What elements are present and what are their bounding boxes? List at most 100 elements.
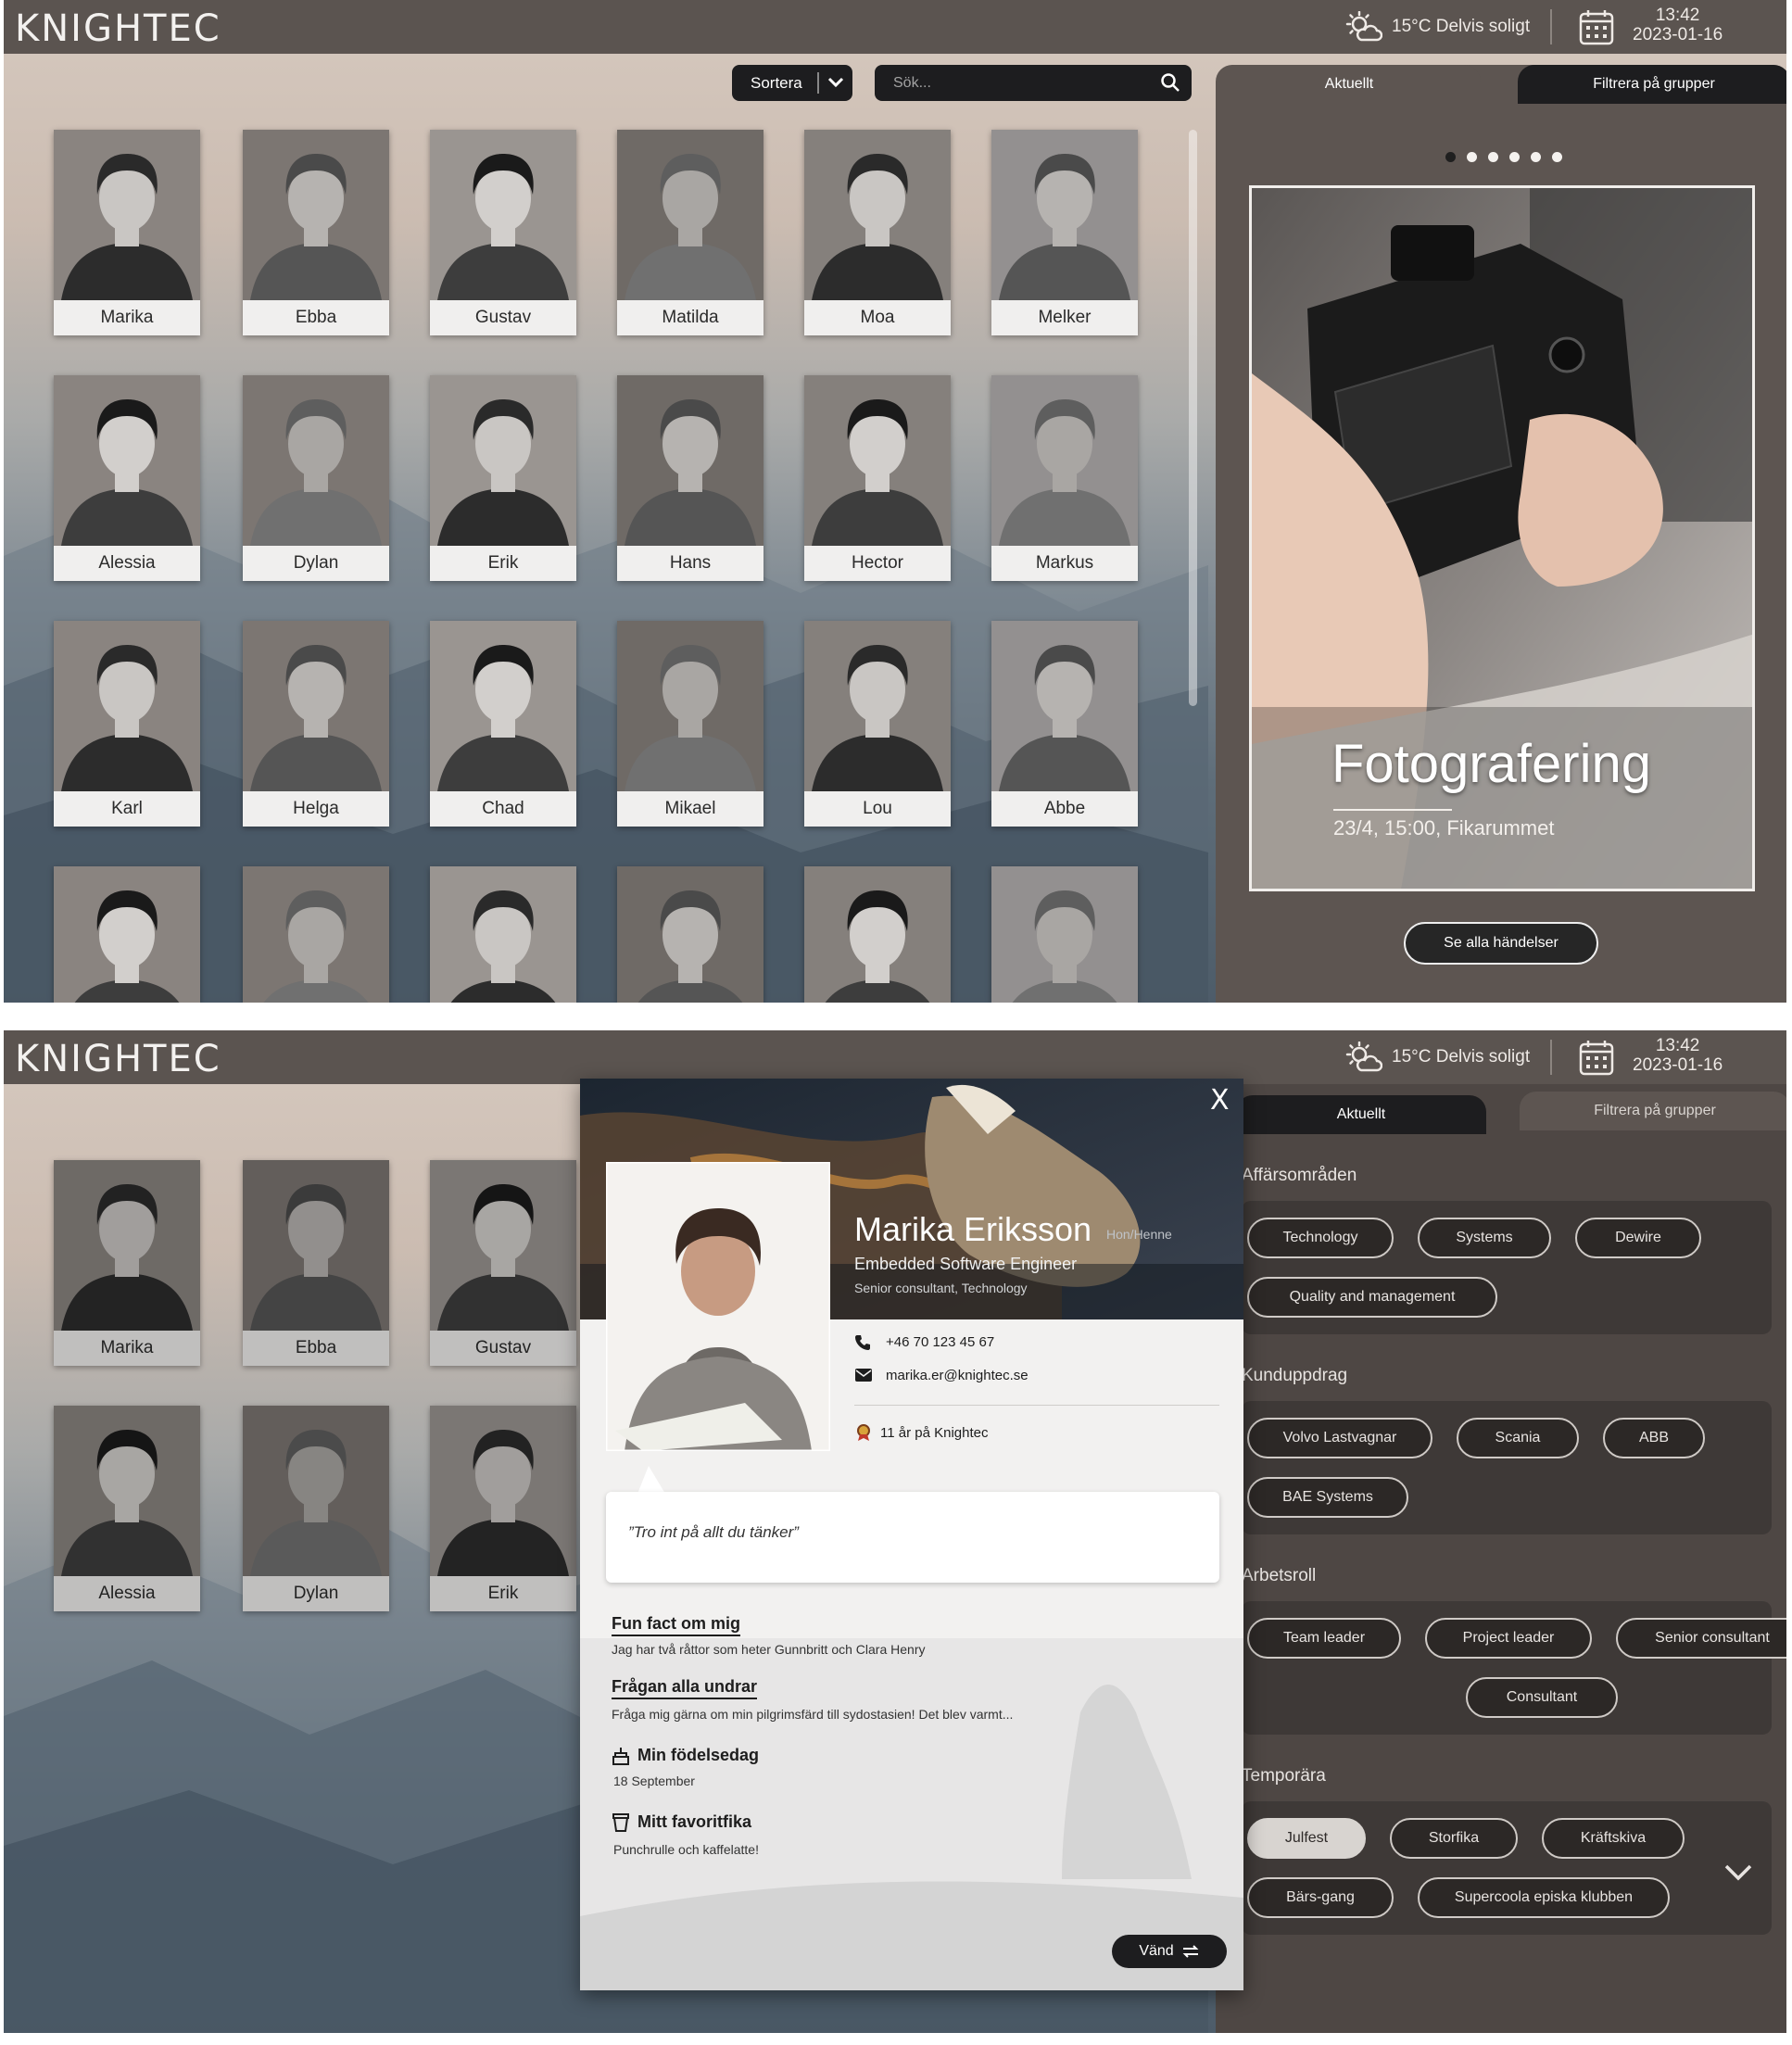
filter-section-title: Temporära xyxy=(1242,1766,1326,1786)
award-icon xyxy=(857,1424,870,1441)
grid-scrollbar[interactable] xyxy=(1189,130,1197,706)
person-name: Markus xyxy=(1035,553,1094,573)
email-icon xyxy=(855,1369,872,1382)
filter-chip[interactable]: Supercoola episka klubben xyxy=(1418,1877,1670,1918)
person-card[interactable]: Hector xyxy=(804,375,951,581)
person-card[interactable]: Marika xyxy=(54,130,200,335)
person-photo xyxy=(243,375,389,546)
person-name: Ebba xyxy=(295,308,337,327)
person-card[interactable] xyxy=(243,866,389,1003)
person-card[interactable]: Gustav xyxy=(430,1160,576,1366)
carousel-dot[interactable] xyxy=(1467,152,1477,162)
tab-current[interactable]: Aktuellt xyxy=(1218,65,1481,104)
person-card[interactable]: Karl xyxy=(54,621,200,827)
person-card[interactable]: Ebba xyxy=(243,1160,389,1366)
person-card[interactable]: Erik xyxy=(430,1406,576,1611)
carousel-dot[interactable] xyxy=(1552,152,1562,162)
person-card[interactable] xyxy=(54,866,200,1003)
clock-date: 2023-01-16 xyxy=(1633,25,1723,44)
close-icon[interactable]: X xyxy=(1210,1084,1230,1117)
filter-chip[interactable]: Project leader xyxy=(1425,1618,1592,1659)
filter-chip[interactable]: Bärs-gang xyxy=(1247,1877,1394,1918)
profile-phone[interactable]: +46 70 123 45 67 xyxy=(886,1334,994,1350)
filter-chip[interactable]: Scania xyxy=(1457,1418,1579,1458)
person-card[interactable]: Melker xyxy=(991,130,1138,335)
filter-chip[interactable]: Consultant xyxy=(1466,1677,1618,1718)
person-photo xyxy=(617,621,763,791)
filter-chip[interactable]: Volvo Lastvagnar xyxy=(1247,1418,1432,1458)
person-photo xyxy=(243,130,389,300)
person-card[interactable]: Alessia xyxy=(54,1406,200,1611)
person-photo xyxy=(991,866,1138,1003)
carousel-dot[interactable] xyxy=(1531,152,1541,162)
filter-chip[interactable]: BAE Systems xyxy=(1247,1477,1408,1518)
person-card[interactable]: Hans xyxy=(617,375,763,581)
calendar-icon xyxy=(1579,10,1614,45)
person-photo xyxy=(430,1160,576,1331)
person-name: Karl xyxy=(111,799,143,818)
person-card[interactable]: Abbe xyxy=(991,621,1138,827)
person-name: Gustav xyxy=(474,1338,532,1357)
person-card[interactable] xyxy=(617,866,763,1003)
person-card[interactable]: Matilda xyxy=(617,130,763,335)
tab-filter-groups[interactable]: Filtrera på grupper xyxy=(1518,65,1786,104)
person-card[interactable]: Ebba xyxy=(243,130,389,335)
carousel-dot[interactable] xyxy=(1445,152,1456,162)
person-name: Marika xyxy=(100,1338,154,1357)
filter-chip[interactable]: Systems xyxy=(1418,1218,1551,1258)
person-card[interactable]: Dylan xyxy=(243,375,389,581)
carousel-dot[interactable] xyxy=(1509,152,1520,162)
person-card[interactable]: Dylan xyxy=(243,1406,389,1611)
person-card[interactable]: Chad xyxy=(430,621,576,827)
person-name: Abbe xyxy=(1043,799,1086,818)
coffee-cup-icon xyxy=(612,1813,629,1832)
filter-chip[interactable]: ABB xyxy=(1603,1418,1705,1458)
person-card[interactable]: Mikael xyxy=(617,621,763,827)
contact-divider xyxy=(854,1405,1219,1406)
profile-name: Marika Eriksson xyxy=(854,1210,1092,1248)
filter-chip[interactable]: Team leader xyxy=(1247,1618,1401,1659)
person-photo xyxy=(430,1406,576,1576)
person-card[interactable]: Alessia xyxy=(54,375,200,581)
carousel-dots[interactable] xyxy=(1445,152,1562,162)
chevron-down-icon[interactable] xyxy=(1723,1862,1753,1883)
tab-filter-groups[interactable]: Filtrera på grupper xyxy=(1520,1092,1786,1130)
profile-modal: X Marika Eriksson Hon/Henne Embedded Sof… xyxy=(580,1079,1243,1990)
person-card[interactable]: Lou xyxy=(804,621,951,827)
filter-chip[interactable]: Julfest xyxy=(1247,1818,1366,1859)
see-all-events-button[interactable]: Se alla händelser xyxy=(1404,922,1598,965)
person-card[interactable]: Erik xyxy=(430,375,576,581)
person-name: Lou xyxy=(863,799,892,818)
filter-chip[interactable]: Quality and management xyxy=(1247,1277,1497,1318)
person-card[interactable]: Gustav xyxy=(430,130,576,335)
calendar-icon xyxy=(1579,1041,1614,1076)
question-text: Fråga mig gärna om min pilgrimsfärd till… xyxy=(612,1707,1014,1722)
person-card[interactable]: Marika xyxy=(54,1160,200,1366)
profile-photo xyxy=(606,1162,830,1451)
person-card[interactable] xyxy=(804,866,951,1003)
person-card[interactable] xyxy=(991,866,1138,1003)
person-card[interactable]: Helga xyxy=(243,621,389,827)
tab-current[interactable]: Aktuellt xyxy=(1236,1095,1486,1134)
flip-button[interactable]: Vänd xyxy=(1112,1935,1227,1968)
person-photo xyxy=(54,866,200,1003)
person-card[interactable]: Moa xyxy=(804,130,951,335)
filter-chip[interactable]: Dewire xyxy=(1575,1218,1701,1258)
sort-dropdown[interactable]: Sortera xyxy=(732,65,852,101)
search-icon[interactable] xyxy=(1160,72,1180,93)
person-photo xyxy=(804,866,951,1003)
person-photo xyxy=(991,621,1138,791)
clock: 13:42 2023-01-16 xyxy=(1633,6,1723,44)
search-input[interactable] xyxy=(875,65,1192,101)
filter-chip[interactable]: Storfika xyxy=(1390,1818,1518,1859)
filter-chip[interactable]: Senior consultant xyxy=(1616,1618,1786,1659)
filter-chip[interactable]: Technology xyxy=(1247,1218,1394,1258)
person-card[interactable] xyxy=(430,866,576,1003)
swap-icon xyxy=(1182,1945,1199,1958)
filter-chip[interactable]: Kräftskiva xyxy=(1542,1818,1685,1859)
profile-email[interactable]: marika.er@knightec.se xyxy=(886,1368,1029,1383)
event-card[interactable]: Fotografering 23/4, 15:00, Fikarummet xyxy=(1249,185,1755,891)
clock: 13:42 2023-01-16 xyxy=(1633,1036,1723,1075)
person-card[interactable]: Markus xyxy=(991,375,1138,581)
carousel-dot[interactable] xyxy=(1488,152,1498,162)
